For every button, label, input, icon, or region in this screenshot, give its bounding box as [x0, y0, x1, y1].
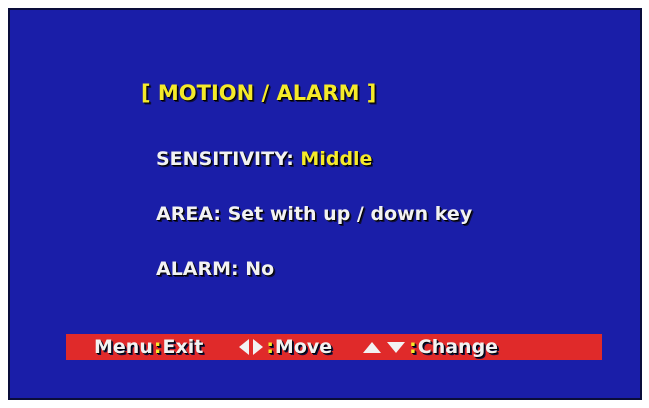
alarm-row[interactable]: ALARM: No: [156, 258, 274, 280]
hint-exit-label: Exit: [162, 336, 204, 358]
area-label: AREA:: [156, 203, 221, 225]
area-row[interactable]: AREA: Set with up / down key: [156, 203, 472, 225]
sensitivity-label: SENSITIVITY:: [156, 148, 294, 170]
hint-exit: Menu: Exit: [94, 336, 203, 358]
sensitivity-row[interactable]: SENSITIVITY: Middle: [156, 148, 372, 170]
hint-change: : Change: [360, 336, 498, 358]
area-value[interactable]: Set with up / down key: [228, 203, 473, 225]
hint-change-label: Change: [417, 336, 499, 358]
menu-title: [ MOTION / ALARM ]: [141, 81, 377, 105]
hint-separator: :: [409, 336, 417, 358]
hint-move-label: Move: [274, 336, 333, 358]
hint-move: : Move: [237, 336, 332, 358]
key-hint-bar: Menu: Exit : Move : Change: [66, 334, 602, 360]
arrow-left-icon: [239, 339, 250, 355]
hint-separator: :: [266, 336, 274, 358]
alarm-value[interactable]: No: [245, 258, 274, 280]
arrow-up-icon: [363, 341, 382, 353]
arrow-right-icon: [253, 339, 264, 355]
arrow-down-icon: [387, 341, 406, 353]
hint-separator: :: [153, 336, 162, 358]
hint-menu-key: Menu: [94, 336, 153, 358]
sensitivity-value[interactable]: Middle: [300, 148, 372, 170]
alarm-label: ALARM:: [156, 258, 239, 280]
osd-screen: [ MOTION / ALARM ] SENSITIVITY: Middle A…: [8, 8, 642, 400]
